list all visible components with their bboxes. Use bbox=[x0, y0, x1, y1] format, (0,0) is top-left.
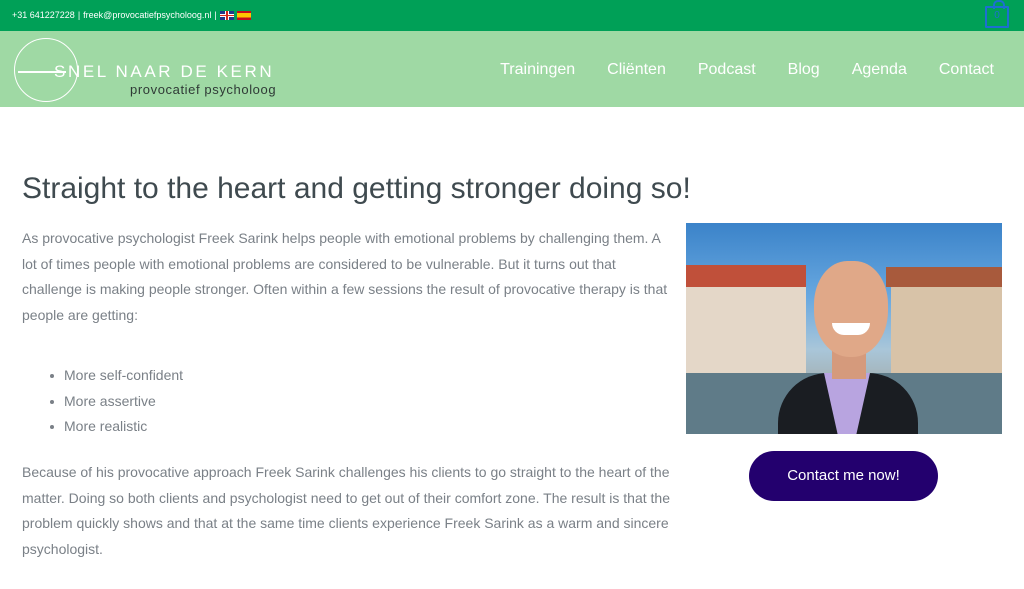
nav-item-podcast[interactable]: Podcast bbox=[698, 61, 756, 79]
cart-icon[interactable]: 0 bbox=[985, 0, 1009, 28]
phone-link[interactable]: +31 641227228 bbox=[12, 10, 75, 20]
main-nav: Trainingen Cliënten Podcast Blog Agenda … bbox=[500, 61, 994, 79]
nav-item-blog[interactable]: Blog bbox=[788, 61, 820, 79]
benefits-list: More self-confident More assertive More … bbox=[49, 363, 183, 440]
list-item: More assertive bbox=[49, 389, 183, 415]
email-link[interactable]: freek@provocatiefpsycholoog.nl bbox=[83, 10, 211, 20]
list-item: More self-confident bbox=[49, 363, 183, 389]
background-roof bbox=[686, 265, 806, 287]
site-header: SNEL NAAR DE KERN provocatief psycholoog… bbox=[0, 31, 1024, 107]
list-item: More realistic bbox=[49, 414, 183, 440]
background-building bbox=[686, 271, 806, 381]
page-title: Straight to the heart and getting strong… bbox=[22, 172, 691, 205]
site-logo[interactable]: SNEL NAAR DE KERN provocatief psycholoog bbox=[12, 35, 287, 105]
separator: | bbox=[77, 10, 81, 20]
background-building bbox=[891, 273, 1002, 381]
logo-subtitle: provocatief psycholoog bbox=[130, 82, 277, 97]
cart-count: 0 bbox=[994, 10, 1000, 21]
separator: | bbox=[214, 10, 217, 20]
contact-info: +31 641227228 | freek@provocatiefpsychol… bbox=[12, 10, 251, 20]
nav-item-contact[interactable]: Contact bbox=[939, 61, 994, 79]
intro-paragraph: As provocative psychologist Freek Sarink… bbox=[22, 230, 668, 323]
person-head bbox=[814, 261, 888, 357]
person-smile bbox=[832, 323, 870, 335]
outro-paragraph: Because of his provocative approach Free… bbox=[22, 464, 670, 557]
contact-me-button[interactable]: Contact me now! bbox=[749, 451, 938, 501]
portrait-photo bbox=[686, 223, 1002, 434]
nav-item-clienten[interactable]: Cliënten bbox=[607, 61, 666, 79]
background-roof bbox=[886, 267, 1002, 287]
logo-title: SNEL NAAR DE KERN bbox=[54, 62, 275, 81]
nav-item-agenda[interactable]: Agenda bbox=[852, 61, 907, 79]
english-flag-icon[interactable] bbox=[219, 10, 234, 20]
top-bar: +31 641227228 | freek@provocatiefpsychol… bbox=[0, 0, 1024, 31]
spanish-flag-icon[interactable] bbox=[236, 10, 251, 20]
nav-item-trainingen[interactable]: Trainingen bbox=[500, 61, 575, 79]
